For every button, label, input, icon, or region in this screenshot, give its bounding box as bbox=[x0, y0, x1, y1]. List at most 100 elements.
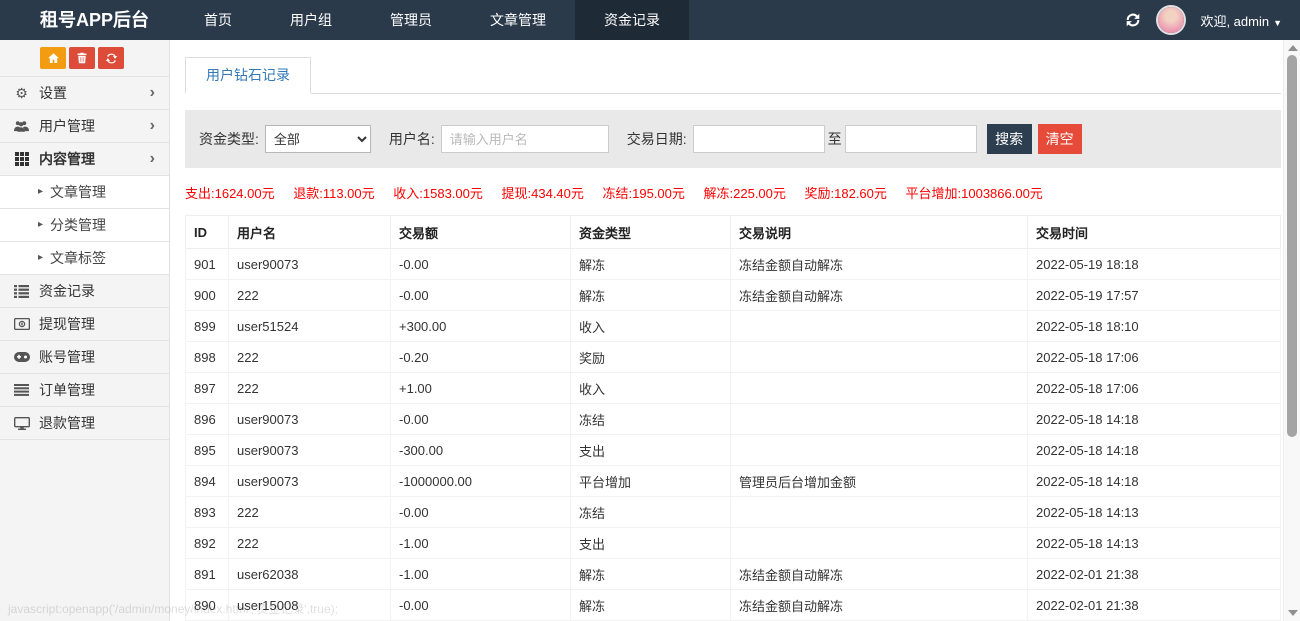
table-cell: 支出 bbox=[571, 528, 731, 559]
triangle-right-icon: ▸ bbox=[38, 209, 43, 241]
sidebar-quick-buttons bbox=[0, 40, 169, 77]
col-username: 用户名 bbox=[229, 216, 391, 249]
search-button[interactable]: 搜索 bbox=[987, 124, 1032, 154]
welcome-dropdown[interactable]: 欢迎, admin▼ bbox=[1200, 11, 1282, 30]
stat-unfrozen: 解冻:225.00元 bbox=[704, 186, 786, 201]
table-cell: -300.00 bbox=[391, 435, 571, 466]
nav-item-home[interactable]: 首页 bbox=[175, 0, 261, 40]
table-cell bbox=[731, 373, 1028, 404]
table-cell bbox=[731, 311, 1028, 342]
table-row: 895user90073-300.00支出2022-05-18 14:18 bbox=[186, 435, 1281, 466]
table-cell: 890 bbox=[186, 590, 229, 621]
stat-income: 收入:1583.00元 bbox=[393, 186, 483, 201]
trash-icon[interactable] bbox=[69, 47, 95, 69]
table-cell: user62038 bbox=[229, 559, 391, 590]
sidebar-item-user-management[interactable]: 用户管理 › bbox=[0, 110, 169, 143]
tab-user-diamond-records[interactable]: 用户钻石记录 bbox=[185, 57, 311, 94]
fund-type-label: 资金类型: bbox=[199, 129, 259, 149]
stat-expense: 支出:1624.00元 bbox=[185, 186, 275, 201]
table-cell: 896 bbox=[186, 404, 229, 435]
date-from-input[interactable] bbox=[693, 125, 825, 153]
app-brand[interactable]: 租号APP后台 bbox=[0, 0, 175, 40]
nav-item-usergroup[interactable]: 用户组 bbox=[261, 0, 361, 40]
table-cell: 2022-05-18 17:06 bbox=[1028, 342, 1281, 373]
nav-item-articles[interactable]: 文章管理 bbox=[461, 0, 575, 40]
gear-icon: ⚙ bbox=[13, 85, 30, 101]
date-to-input[interactable] bbox=[845, 125, 977, 153]
table-row: 891user62038-1.00解冻冻结金额自动解冻2022-02-01 21… bbox=[186, 559, 1281, 590]
sidebar-item-label: 提现管理 bbox=[39, 308, 169, 340]
table-cell: 冻结金额自动解冻 bbox=[731, 559, 1028, 590]
stat-reward: 奖励:182.60元 bbox=[805, 186, 887, 201]
table-cell: 冻结 bbox=[571, 497, 731, 528]
table-cell: user15008 bbox=[229, 590, 391, 621]
tab-bar: 用户钻石记录 bbox=[185, 57, 1281, 94]
list-icon bbox=[13, 283, 30, 299]
fund-type-select[interactable]: 全部 bbox=[265, 125, 371, 153]
table-cell: 222 bbox=[229, 342, 391, 373]
table-row: 901user90073-0.00解冻冻结金额自动解冻2022-05-19 18… bbox=[186, 249, 1281, 280]
table-cell: 收入 bbox=[571, 311, 731, 342]
stat-refund: 退款:113.00元 bbox=[293, 186, 374, 201]
table-cell: 895 bbox=[186, 435, 229, 466]
table-cell: +1.00 bbox=[391, 373, 571, 404]
records-table-body: 901user90073-0.00解冻冻结金额自动解冻2022-05-19 18… bbox=[186, 249, 1281, 621]
table-cell: user90073 bbox=[229, 435, 391, 466]
table-cell: 897 bbox=[186, 373, 229, 404]
table-cell: 222 bbox=[229, 373, 391, 404]
scroll-down-icon[interactable] bbox=[1288, 610, 1298, 616]
table-cell: 奖励 bbox=[571, 342, 731, 373]
filter-panel: 资金类型: 全部 用户名: 交易日期: 至 搜索 清空 bbox=[185, 110, 1281, 168]
avatar[interactable] bbox=[1158, 7, 1184, 33]
table-cell: 894 bbox=[186, 466, 229, 497]
triangle-right-icon: ▸ bbox=[38, 176, 43, 208]
table-row: 896user90073-0.00冻结2022-05-18 14:18 bbox=[186, 404, 1281, 435]
clear-button[interactable]: 清空 bbox=[1038, 124, 1082, 154]
home-icon[interactable] bbox=[40, 47, 66, 69]
table-cell: 2022-05-19 18:18 bbox=[1028, 249, 1281, 280]
table-cell: user51524 bbox=[229, 311, 391, 342]
sidebar-item-label: 文章管理 bbox=[50, 176, 169, 208]
recycle-icon[interactable] bbox=[98, 47, 124, 69]
sidebar-item-content-management[interactable]: 内容管理 › bbox=[0, 143, 169, 176]
table-cell: user90073 bbox=[229, 466, 391, 497]
col-fund-type: 资金类型 bbox=[571, 216, 731, 249]
sidebar-item-label: 设置 bbox=[39, 77, 150, 109]
table-row: 897222+1.00收入 2022-05-18 17:06 bbox=[186, 373, 1281, 404]
table-cell: 2022-05-18 17:06 bbox=[1028, 373, 1281, 404]
table-cell: 解冻 bbox=[571, 249, 731, 280]
sidebar-item-order-management[interactable]: 订单管理 bbox=[0, 374, 169, 407]
sidebar-subitem-category-management[interactable]: ▸ 分类管理 bbox=[0, 209, 169, 242]
sidebar-item-fund-records[interactable]: 资金记录 bbox=[0, 275, 169, 308]
nav-item-funds[interactable]: 资金记录 bbox=[575, 0, 689, 40]
table-cell: 收入 bbox=[571, 373, 731, 404]
table-cell: 冻结 bbox=[571, 404, 731, 435]
table-cell: 892 bbox=[186, 528, 229, 559]
scrollbar-thumb[interactable] bbox=[1287, 55, 1297, 437]
stat-frozen: 冻结:195.00元 bbox=[603, 186, 685, 201]
table-cell: 2022-05-18 14:13 bbox=[1028, 497, 1281, 528]
sidebar-item-withdrawal-management[interactable]: 提现管理 bbox=[0, 308, 169, 341]
table-row: 899user51524+300.00收入2022-05-18 18:10 bbox=[186, 311, 1281, 342]
nav-item-admins[interactable]: 管理员 bbox=[361, 0, 461, 40]
stat-platform-add: 平台增加:1003866.00元 bbox=[906, 186, 1043, 201]
table-cell: -0.00 bbox=[391, 404, 571, 435]
sidebar-item-label: 资金记录 bbox=[39, 275, 169, 307]
table-cell: 222 bbox=[229, 528, 391, 559]
sidebar-item-refund-management[interactable]: 退款管理 bbox=[0, 407, 169, 440]
table-cell: -1.00 bbox=[391, 559, 571, 590]
username-input[interactable] bbox=[441, 125, 609, 153]
table-cell: 893 bbox=[186, 497, 229, 528]
table-cell: 2022-02-01 21:38 bbox=[1028, 590, 1281, 621]
grid-icon bbox=[13, 151, 30, 167]
sidebar-item-account-management[interactable]: 账号管理 bbox=[0, 341, 169, 374]
sidebar-subitem-article-tags[interactable]: ▸ 文章标签 bbox=[0, 242, 169, 275]
scroll-up-icon[interactable] bbox=[1288, 45, 1298, 51]
vertical-scrollbar bbox=[1283, 40, 1300, 621]
table-cell: -1000000.00 bbox=[391, 466, 571, 497]
sidebar-subitem-article-management[interactable]: ▸ 文章管理 bbox=[0, 176, 169, 209]
table-cell: 2022-02-01 21:38 bbox=[1028, 559, 1281, 590]
table-row: 893222-0.00冻结2022-05-18 14:13 bbox=[186, 497, 1281, 528]
sidebar-item-settings[interactable]: ⚙ 设置 › bbox=[0, 77, 169, 110]
refresh-icon[interactable] bbox=[1124, 11, 1142, 29]
